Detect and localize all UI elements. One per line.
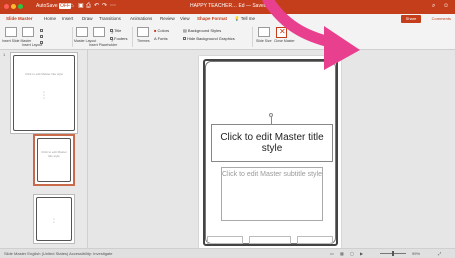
- thumbnail-number: 1: [3, 52, 6, 57]
- thumbnail-title: Click to edit Master title style: [41, 150, 67, 159]
- tab-shape-format[interactable]: Shape Format: [197, 16, 227, 21]
- background-styles-dropdown[interactable]: ▤ Background Styles: [183, 28, 221, 33]
- thumbnail-lines: ≡ ≡: [53, 218, 55, 225]
- master-slide: Click to edit Master title style Click t…: [199, 56, 341, 248]
- save-icon[interactable]: ▣: [78, 3, 84, 10]
- tab-review[interactable]: Review: [160, 16, 175, 21]
- zoom-level[interactable]: 99%: [412, 251, 420, 256]
- title-placeholder-text: Click to edit Master title style: [220, 131, 324, 155]
- autosave-toggle[interactable]: AutoSave OFF: [36, 3, 72, 9]
- check-footers[interactable]: ✓Footers: [110, 36, 128, 43]
- search-icon[interactable]: ⌕: [432, 3, 435, 10]
- status-bar: Slide Master English (United States) Acc…: [0, 248, 455, 258]
- zoom-window-button[interactable]: [18, 4, 23, 9]
- slide-sorter-icon[interactable]: ▦: [340, 251, 344, 256]
- comments-button[interactable]: Comments: [432, 16, 451, 21]
- slideshow-icon[interactable]: ▶: [360, 251, 363, 256]
- minimize-window-button[interactable]: [11, 4, 16, 9]
- redo-icon[interactable]: ↷: [102, 3, 107, 10]
- footer-placeholder[interactable]: [249, 236, 291, 244]
- ribbon-separator: [132, 27, 133, 47]
- thumbnail-title: Click to edit Master title style: [24, 72, 63, 77]
- thumbnail-frame: [37, 138, 71, 182]
- zoom-slider-knob[interactable]: [392, 251, 394, 256]
- rotate-handle-line: [271, 117, 272, 124]
- ribbon: Insert Slide Master Insert Layout Master…: [0, 24, 455, 50]
- close-window-button[interactable]: [4, 4, 9, 9]
- thumbnail-lines: ≡ ≡ ≡: [43, 91, 45, 101]
- account-icon[interactable]: ☺: [443, 3, 449, 10]
- extra-checkbox[interactable]: [40, 40, 44, 45]
- title-placeholder[interactable]: Click to edit Master title style: [211, 124, 333, 162]
- colors-dropdown[interactable]: ■ Colors: [154, 28, 169, 33]
- print-icon[interactable]: ⎙: [86, 3, 91, 10]
- title-checkbox[interactable]: [40, 28, 44, 33]
- ribbon-tab-bar: Slide Master Home Insert Draw Transition…: [0, 14, 455, 24]
- check-title[interactable]: ✓Title: [110, 28, 121, 35]
- insert-placeholder-label: Insert Placeholder: [89, 43, 118, 47]
- themes-button[interactable]: [137, 27, 149, 37]
- reading-view-icon[interactable]: ▢: [350, 251, 354, 256]
- pink-arrow-annotation: [262, 0, 360, 70]
- tab-slide-master[interactable]: Slide Master: [6, 16, 33, 21]
- slide-number-placeholder[interactable]: [297, 236, 333, 244]
- home-icon[interactable]: ⌂: [70, 3, 74, 10]
- palette-icon: ■: [154, 28, 157, 33]
- ribbon-separator: [72, 27, 73, 47]
- slide-thumbnails-pane: 1 Click to edit Master title style ≡ ≡ ≡ C…: [0, 50, 88, 248]
- tab-draw[interactable]: Draw: [82, 16, 93, 21]
- thumbnail-master[interactable]: Click to edit Master title style ≡ ≡ ≡: [10, 52, 78, 134]
- background-icon: ▤: [183, 28, 187, 33]
- more-icon[interactable]: ⋯: [110, 3, 116, 10]
- tab-transitions[interactable]: Transitions: [99, 16, 121, 21]
- status-text: Slide Master English (United States) Acc…: [4, 251, 113, 256]
- subtitle-placeholder[interactable]: Click to edit Master subtitle style: [221, 167, 323, 221]
- hide-background-graphics-checkbox[interactable]: Hide Background Graphics: [183, 36, 235, 41]
- tab-home[interactable]: Home: [44, 16, 56, 21]
- insert-layout-button[interactable]: [22, 27, 34, 37]
- normal-view-icon[interactable]: ▭: [330, 251, 334, 256]
- fit-slide-icon[interactable]: ⤢: [438, 251, 441, 256]
- title-bar: AutoSave OFF ⌂ ▣ ⎙ ↶ ↷ ⋯ HAPPY TEACHER… …: [0, 0, 455, 14]
- thumbnail-content-layout[interactable]: ≡ ≡: [33, 194, 75, 244]
- insert-slide-master-button[interactable]: [5, 27, 17, 37]
- themes-label: Themes: [137, 39, 150, 43]
- tab-insert[interactable]: Insert: [62, 16, 73, 21]
- subtitle-placeholder-text: Click to edit Master subtitle style: [222, 171, 322, 178]
- insert-placeholder-button[interactable]: [93, 27, 105, 37]
- lightbulb-icon: 💡: [234, 16, 240, 21]
- date-placeholder[interactable]: [207, 236, 243, 244]
- undo-icon[interactable]: ↶: [94, 3, 99, 10]
- tab-view[interactable]: View: [180, 16, 190, 21]
- master-layout-button[interactable]: [76, 27, 88, 37]
- fonts-dropdown[interactable]: A Fonts: [154, 36, 168, 41]
- fonts-icon: A: [154, 36, 157, 41]
- share-button[interactable]: Share: [401, 15, 421, 23]
- tab-animations[interactable]: Animations: [130, 16, 152, 21]
- thumbnail-title-layout[interactable]: Click to edit Master title style: [33, 134, 75, 186]
- footers-checkbox[interactable]: [40, 34, 44, 39]
